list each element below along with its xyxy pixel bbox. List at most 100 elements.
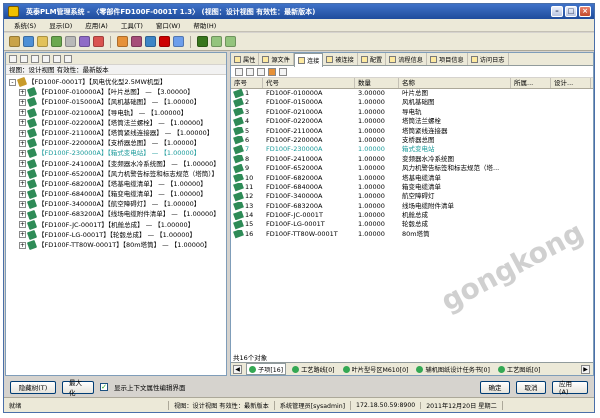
menu-display[interactable]: 显示(D) xyxy=(49,20,72,30)
tree-icon[interactable] xyxy=(23,36,34,47)
ok-button[interactable]: 确定 xyxy=(480,380,510,394)
collapse-icon[interactable]: - xyxy=(9,78,16,86)
refresh-icon[interactable] xyxy=(235,67,243,76)
menu-window[interactable]: 窗口(W) xyxy=(156,20,181,30)
expand-icon[interactable]: + xyxy=(19,139,26,147)
doc-icon[interactable] xyxy=(51,36,62,47)
expand-icon[interactable]: + xyxy=(19,221,26,229)
tab-scroll-left-icon[interactable]: ◀ xyxy=(233,364,242,374)
bottom-tab-2[interactable]: 叶片型号区M610[0] xyxy=(341,365,411,374)
tree-item[interactable]: + 【FD100F-652000A】【风力机警告标签和标志规范（塔筒）】 xyxy=(9,168,226,179)
col-owner[interactable]: 所属... xyxy=(511,78,551,88)
tab-6[interactable]: 项目信息 xyxy=(427,53,468,65)
import-icon[interactable] xyxy=(117,36,128,47)
tree-item[interactable]: + 【FD100F-683200A】【线场电缆附件清单】 — 【1.00000】 xyxy=(9,209,226,220)
menu-tools[interactable]: 工具(T) xyxy=(121,20,143,30)
table-row[interactable]: 15 FD100F-LG-0001T 1.00000 轮毂总成 xyxy=(231,220,593,230)
expand-icon[interactable]: + xyxy=(19,211,26,219)
minimize-button[interactable]: – xyxy=(551,6,563,17)
bottom-tab-4[interactable]: 工艺图纸[0] xyxy=(496,365,543,374)
bottom-tab-0[interactable]: 子项[16] xyxy=(246,363,287,375)
expand-icon[interactable]: + xyxy=(19,98,26,106)
expand-icon[interactable]: + xyxy=(19,88,26,96)
tree-item[interactable]: + 【FD100F-211000A】【塔筒紧线连接器】 — 【1.00000】 xyxy=(9,127,226,139)
table-row[interactable]: 1 FD100F-010000A 3.00000 叶片总图 xyxy=(231,89,593,98)
menu-help[interactable]: 帮助(H) xyxy=(193,20,216,30)
table-row[interactable]: 2 FD100F-015000A 1.00000 风机基础图 xyxy=(231,98,593,108)
menu-apply[interactable]: 应用(A) xyxy=(85,20,108,30)
maximize-view-button[interactable]: 最大化 xyxy=(62,379,94,397)
expand-icon[interactable]: + xyxy=(19,129,26,137)
tab-3[interactable]: 被连接 xyxy=(323,53,358,65)
forward-arrow-icon[interactable] xyxy=(225,36,236,47)
menu-system[interactable]: 系统(S) xyxy=(14,20,36,30)
apply-button[interactable]: 应用(A) xyxy=(552,380,588,396)
tab-7[interactable]: 访问日志 xyxy=(468,53,509,65)
close-button[interactable]: × xyxy=(579,6,591,17)
tree-undo-icon[interactable] xyxy=(53,54,61,63)
table-row[interactable]: 9 FD100F-652000A 1.00000 风力机警告标签和标志规范（塔... xyxy=(231,164,593,173)
tree-item[interactable]: + 【FD100F-684000A】【箱变电缆清单】 — 【1.00000】 xyxy=(9,189,226,200)
expand-icon[interactable]: + xyxy=(19,200,26,208)
find-icon[interactable] xyxy=(279,67,287,76)
tree-item[interactable]: + 【FD100F-241000A】【变频器水冷系统图】 — 【1.00000】 xyxy=(9,158,226,169)
expand-icon[interactable]: + xyxy=(19,109,26,117)
expand-icon[interactable]: + xyxy=(19,160,26,168)
table-row[interactable]: 7 FD100F-230000A 1.00000 箱式变电站 xyxy=(231,145,593,155)
tools-icon[interactable] xyxy=(159,36,170,47)
tab-2[interactable]: 连接 xyxy=(293,53,324,67)
tree-item[interactable]: + 【FD100F-220000A】【支桥器总图】 — 【1.00000】 xyxy=(9,138,226,149)
table-row[interactable]: 8 FD100F-241000A 1.00000 变频器水冷系统图 xyxy=(231,154,593,164)
table-row[interactable]: 14 FD100F-JC-0001T 1.00000 机舱总成 xyxy=(231,211,593,220)
tab-1[interactable]: 源文件 xyxy=(259,53,294,65)
table-row[interactable]: 4 FD100F-022000A 1.00000 塔筒法兰螺栓 xyxy=(231,117,593,126)
show-updown-checkbox[interactable]: ✓ xyxy=(100,383,108,391)
ruler-icon[interactable] xyxy=(145,36,156,47)
edit-icon[interactable] xyxy=(257,67,265,76)
col-qty[interactable]: 数量 xyxy=(355,78,399,88)
home-icon[interactable] xyxy=(9,36,20,47)
table-row[interactable]: 11 FD100F-684000A 1.00000 箱变电缆清单 xyxy=(231,182,593,192)
table-row[interactable]: 10 FD100F-682000A 1.00000 塔基电缆清单 xyxy=(231,173,593,183)
expand-icon[interactable]: + xyxy=(19,241,26,249)
print-icon[interactable] xyxy=(65,36,76,47)
expand-icon[interactable]: + xyxy=(19,170,26,178)
tree-copy-icon[interactable] xyxy=(20,54,28,63)
folder-icon[interactable] xyxy=(37,36,48,47)
tree-search-icon[interactable] xyxy=(64,54,72,63)
col-code[interactable]: 代号 xyxy=(263,78,355,88)
tab-5[interactable]: 流程信息 xyxy=(386,53,427,65)
col-name[interactable]: 名称 xyxy=(399,78,511,88)
table-row[interactable]: 6 FD100F-220000A 1.00000 支桥器总图 xyxy=(231,135,593,145)
expand-icon[interactable]: + xyxy=(19,149,26,157)
tree-paste-icon[interactable] xyxy=(42,54,50,63)
table-row[interactable]: 13 FD100F-683200A 1.00000 线场电缆附件清单 xyxy=(231,201,593,211)
expand-icon[interactable]: + xyxy=(19,190,26,198)
tree-item[interactable]: + 【FD100F-022000A】【塔筒法兰螺栓】 — 【1.00000】 xyxy=(9,117,226,128)
tree-item[interactable]: + 【FD100F-682000A】【塔基电缆清单】 — 【1.00000】 xyxy=(9,178,226,190)
back-arrow-icon[interactable] xyxy=(211,36,222,47)
table-row[interactable]: 12 FD100F-340000A 1.00000 航空障碍灯 xyxy=(231,192,593,202)
cancel-button[interactable]: 取消 xyxy=(516,380,546,394)
tab-scroll-right-icon[interactable]: ▶ xyxy=(581,364,590,374)
export-icon[interactable] xyxy=(268,67,276,76)
table-row[interactable]: 3 FD100F-021000A 1.00000 导电轨 xyxy=(231,107,593,117)
tree-filter-icon[interactable] xyxy=(31,54,39,63)
maximize-button[interactable]: □ xyxy=(565,6,577,17)
bottom-tab-1[interactable]: 工艺路线[0] xyxy=(290,365,337,374)
settings-icon[interactable] xyxy=(173,36,184,47)
book-icon[interactable] xyxy=(131,36,142,47)
bottom-tab-3[interactable]: 辅机图纸设计任务书[0] xyxy=(414,365,491,374)
hide-tree-button[interactable]: 隐藏树(T) xyxy=(10,380,56,394)
tree-item[interactable]: + 【FD100F-JC-0001T】【机舱总成】 — 【1.00000】 xyxy=(9,219,226,230)
tab-0[interactable]: 属性 xyxy=(231,53,260,65)
search-icon[interactable] xyxy=(79,36,90,47)
tree-expand-icon[interactable] xyxy=(9,54,17,63)
table-row[interactable]: 5 FD100F-211000A 1.00000 塔筒紧线连接器 xyxy=(231,126,593,136)
excel-icon[interactable] xyxy=(197,36,208,47)
expand-icon[interactable]: + xyxy=(19,119,26,127)
tree-item[interactable]: + 【FD100F-010000A】【叶片总图】 — 【3.00000】 xyxy=(9,87,226,98)
tree-item[interactable]: + 【FD100F-TT80W-0001T】【80m塔筒】 — 【1.00000】 xyxy=(9,239,226,251)
tree-root[interactable]: - 【FD100F-0001T】【风电优化型2.5MW机型】 xyxy=(9,76,226,88)
tree-item[interactable]: + 【FD100F-015000A】【风机基础图】 — 【1.00000】 xyxy=(9,97,226,108)
